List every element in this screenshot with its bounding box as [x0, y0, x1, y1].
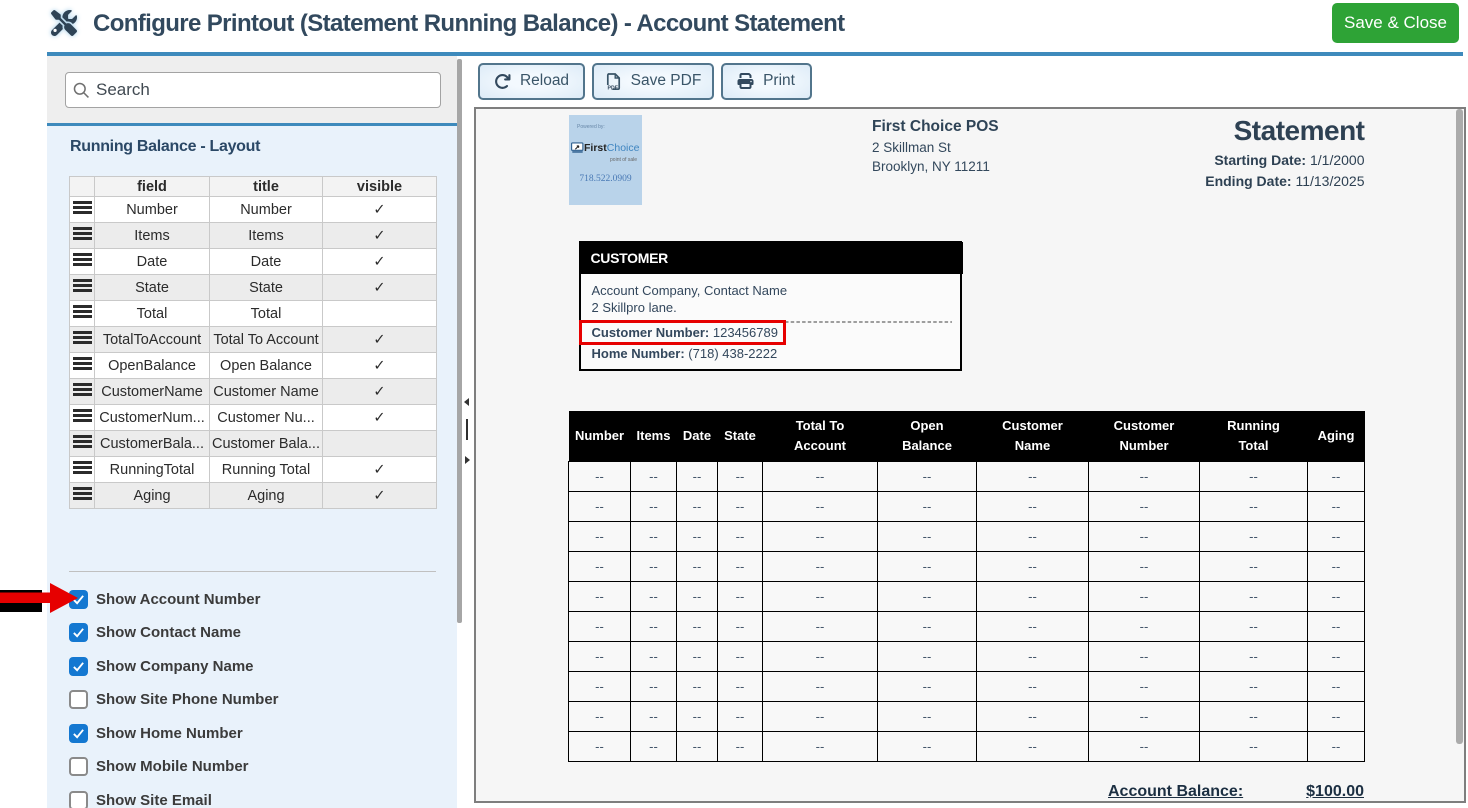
- svg-text:PDF: PDF: [607, 85, 617, 90]
